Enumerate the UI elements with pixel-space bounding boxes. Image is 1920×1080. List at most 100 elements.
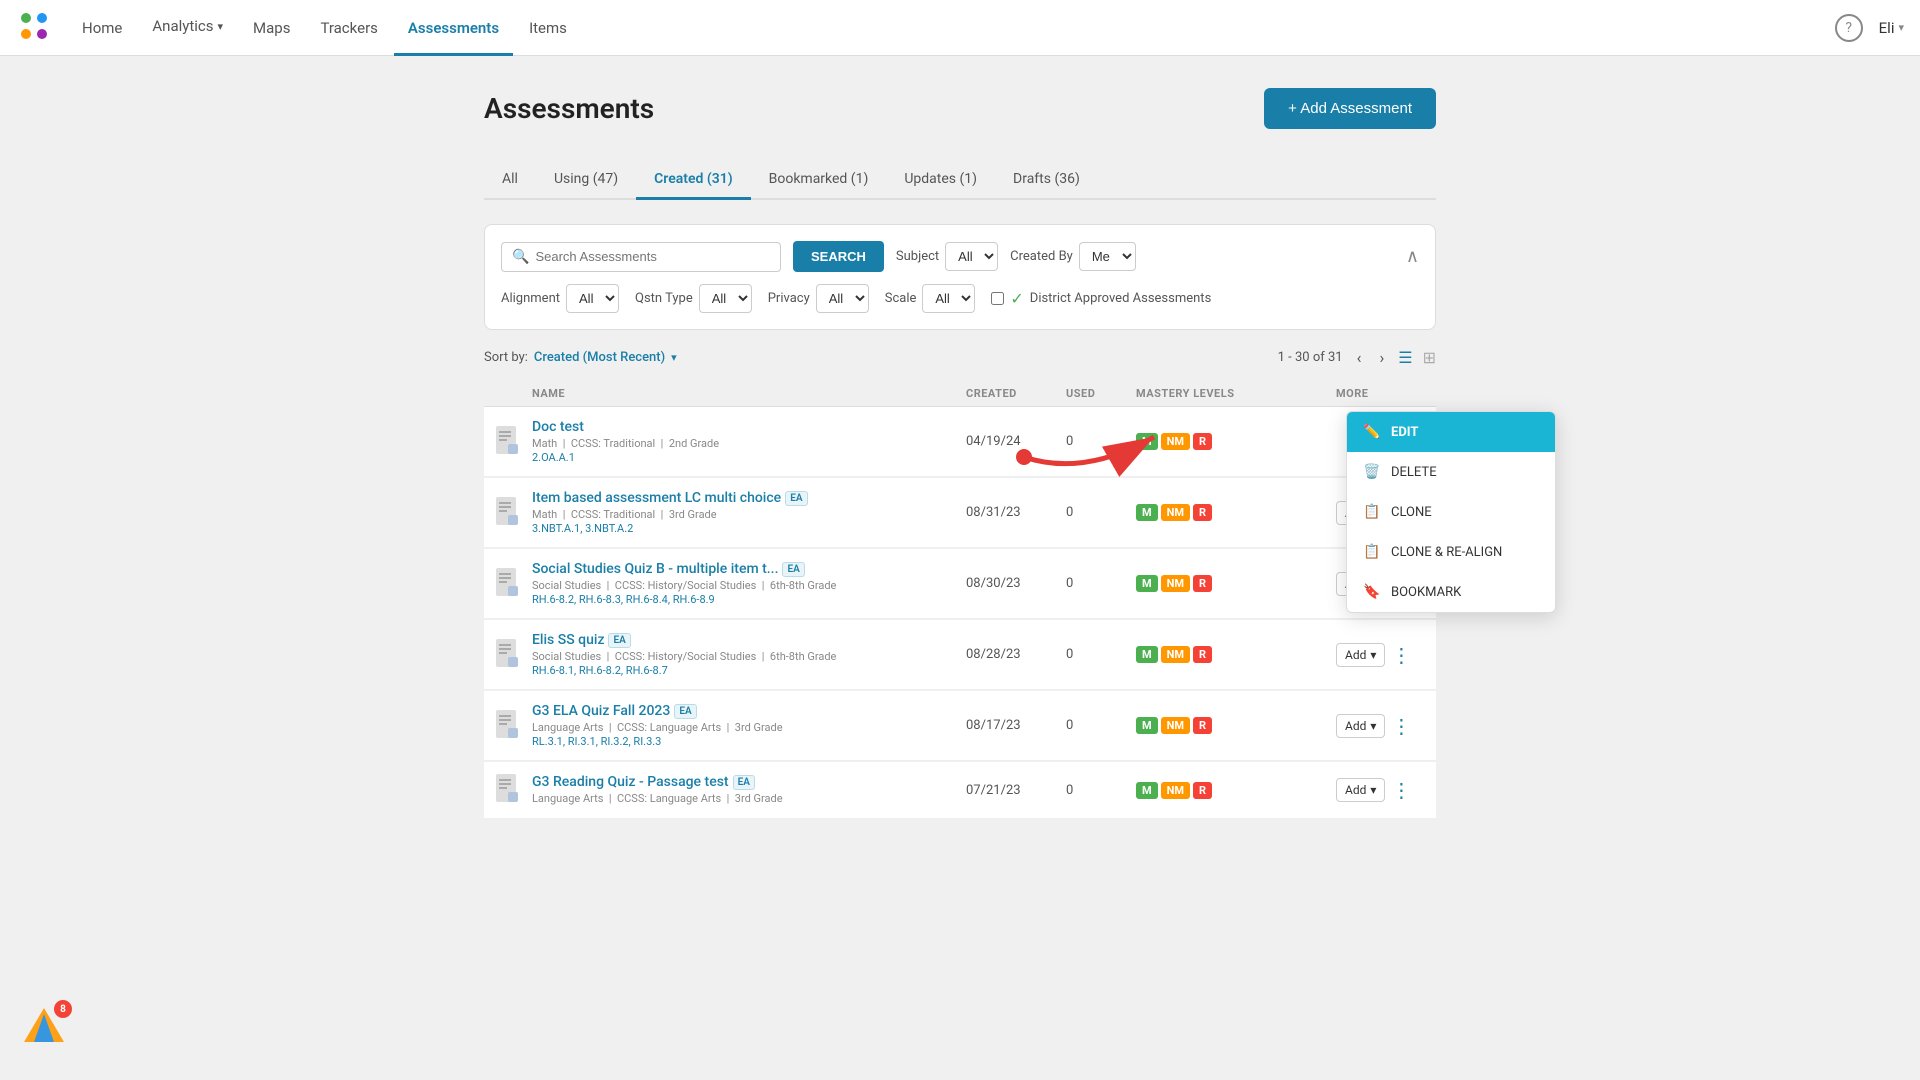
more-dots-button[interactable]: ⋮: [1389, 776, 1413, 804]
tab-created[interactable]: Created (31): [636, 161, 750, 200]
grid-view-icon[interactable]: ⊞: [1423, 348, 1436, 367]
assessment-name-link[interactable]: Item based assessment LC multi choice: [532, 490, 781, 506]
tab-updates[interactable]: Updates (1): [886, 161, 995, 200]
list-view-icon[interactable]: ☰: [1398, 348, 1412, 367]
row-mastery: M NM R: [1136, 717, 1336, 734]
ea-badge: EA: [674, 704, 696, 719]
chevron-down-icon: ▾: [1898, 21, 1904, 34]
row-created: 04/19/24: [966, 434, 1066, 449]
row-mastery: M NM R: [1136, 433, 1336, 450]
mastery-badge-nm: NM: [1161, 782, 1190, 799]
search-button[interactable]: SEARCH: [793, 241, 884, 272]
nav-maps[interactable]: Maps: [239, 0, 304, 56]
logo[interactable]: [16, 8, 52, 48]
row-icon: [484, 426, 532, 458]
nav-links: Home Analytics ▾ Maps Trackers Assessmen…: [68, 0, 581, 56]
mastery-badge-nm: NM: [1161, 575, 1190, 592]
add-assessment-button[interactable]: + Add Assessment: [1264, 88, 1436, 129]
row-name-cell: Item based assessment LC multi choice EA…: [532, 490, 966, 535]
ctx-edit-item[interactable]: ✏️ EDIT: [1347, 412, 1555, 452]
row-meta: Math | CCSS: Traditional | 3rd Grade: [532, 508, 966, 521]
doc-icon: [494, 568, 522, 600]
row-icon: [484, 710, 532, 742]
ctx-clone-realign-label: CLONE & RE-ALIGN: [1391, 545, 1502, 560]
table-row: Doc test Math | CCSS: Traditional | 2nd …: [484, 407, 1436, 477]
alignment-select[interactable]: All: [566, 284, 619, 313]
sort-label: Sort by:: [484, 350, 528, 365]
mastery-badge-r: R: [1193, 433, 1212, 450]
ea-badge: EA: [733, 775, 755, 790]
doc-icon: [494, 774, 522, 806]
ctx-clone-realign-item[interactable]: 📋 CLONE & RE-ALIGN: [1347, 532, 1555, 572]
scale-select[interactable]: All: [922, 284, 975, 313]
row-mastery: M NM R: [1136, 575, 1336, 592]
search-input[interactable]: [535, 249, 770, 264]
tab-bookmarked[interactable]: Bookmarked (1): [751, 161, 887, 200]
scale-filter: Scale All: [885, 284, 976, 313]
more-dots-button[interactable]: ⋮: [1389, 712, 1413, 740]
assessment-name-link[interactable]: G3 ELA Quiz Fall 2023: [532, 703, 670, 719]
assessment-name-link[interactable]: Doc test: [532, 419, 584, 435]
search-icon: 🔍: [512, 249, 529, 265]
filter-row: Alignment All Qstn Type All Privacy All …: [501, 284, 1419, 313]
bookmark-icon: 🔖: [1363, 583, 1381, 601]
user-menu[interactable]: Eli ▾: [1879, 19, 1904, 37]
sort-dropdown-icon[interactable]: ▾: [671, 351, 677, 364]
row-more-cell: Add ▾ ⋮: [1336, 712, 1436, 740]
nav-items[interactable]: Items: [515, 0, 581, 56]
ctx-delete-item[interactable]: 🗑️ DELETE: [1347, 452, 1555, 492]
mastery-badge-r: R: [1193, 504, 1212, 521]
sort-control: Sort by: Created (Most Recent) ▾: [484, 350, 677, 365]
app-icon-floating[interactable]: 8: [20, 1004, 76, 1060]
nav-assessments[interactable]: Assessments: [394, 0, 513, 56]
nav-trackers[interactable]: Trackers: [306, 0, 391, 56]
mastery-badge-m: M: [1136, 433, 1158, 450]
mastery-badge-r: R: [1193, 575, 1212, 592]
collapse-icon[interactable]: ∧: [1406, 246, 1419, 267]
assessment-name-link[interactable]: Social Studies Quiz B - multiple item t.…: [532, 561, 778, 577]
mastery-badge-r: R: [1193, 717, 1212, 734]
col-mastery: MASTERY LEVELS: [1136, 387, 1336, 400]
next-page-icon[interactable]: ›: [1375, 346, 1388, 369]
row-used: 0: [1066, 718, 1136, 733]
help-icon[interactable]: ?: [1835, 14, 1863, 42]
nav-analytics[interactable]: Analytics ▾: [138, 0, 237, 56]
sort-value[interactable]: Created (Most Recent): [534, 350, 665, 365]
tab-all[interactable]: All: [484, 161, 536, 200]
district-filter: ✓ District Approved Assessments: [991, 289, 1211, 308]
subject-select[interactable]: All: [945, 242, 998, 271]
qstn-type-select[interactable]: All: [699, 284, 752, 313]
sort-row: Sort by: Created (Most Recent) ▾ 1 - 30 …: [484, 346, 1436, 369]
tab-drafts[interactable]: Drafts (36): [995, 161, 1098, 200]
add-dropdown[interactable]: Add ▾: [1336, 714, 1385, 738]
row-icon: [484, 568, 532, 600]
prev-page-icon[interactable]: ‹: [1353, 346, 1366, 369]
row-meta: Language Arts | CCSS: Language Arts | 3r…: [532, 792, 966, 805]
trash-icon: 🗑️: [1363, 463, 1381, 481]
doc-icon: [494, 497, 522, 529]
row-standards: 3.NBT.A.1, 3.NBT.A.2: [532, 522, 966, 535]
nav-home[interactable]: Home: [68, 0, 136, 56]
ctx-clone-item[interactable]: 📋 CLONE: [1347, 492, 1555, 532]
ctx-bookmark-label: BOOKMARK: [1391, 585, 1461, 600]
row-name-cell: Elis SS quiz EA Social Studies | CCSS: H…: [532, 632, 966, 677]
table-header: NAME CREATED USED MASTERY LEVELS MORE: [484, 381, 1436, 407]
district-checkbox[interactable]: [991, 292, 1004, 305]
add-dropdown[interactable]: Add ▾: [1336, 643, 1385, 667]
district-label: District Approved Assessments: [1030, 291, 1212, 306]
ea-badge: EA: [608, 633, 630, 648]
row-icon: [484, 639, 532, 671]
privacy-select[interactable]: All: [816, 284, 869, 313]
tab-using[interactable]: Using (47): [536, 161, 636, 200]
created-by-filter: Created By Me: [1010, 242, 1136, 271]
assessment-name-link[interactable]: Elis SS quiz: [532, 632, 604, 648]
mastery-badge-nm: NM: [1161, 717, 1190, 734]
ctx-bookmark-item[interactable]: 🔖 BOOKMARK: [1347, 572, 1555, 612]
qstn-type-filter: Qstn Type All: [635, 284, 752, 313]
assessment-name-link[interactable]: G3 Reading Quiz - Passage test: [532, 774, 729, 790]
created-by-select[interactable]: Me: [1079, 242, 1136, 271]
row-more-cell: Add ▾ ⋮: [1336, 641, 1436, 669]
add-dropdown[interactable]: Add ▾: [1336, 778, 1385, 802]
main-content: Assessments + Add Assessment All Using (…: [460, 56, 1460, 852]
more-dots-button[interactable]: ⋮: [1389, 641, 1413, 669]
